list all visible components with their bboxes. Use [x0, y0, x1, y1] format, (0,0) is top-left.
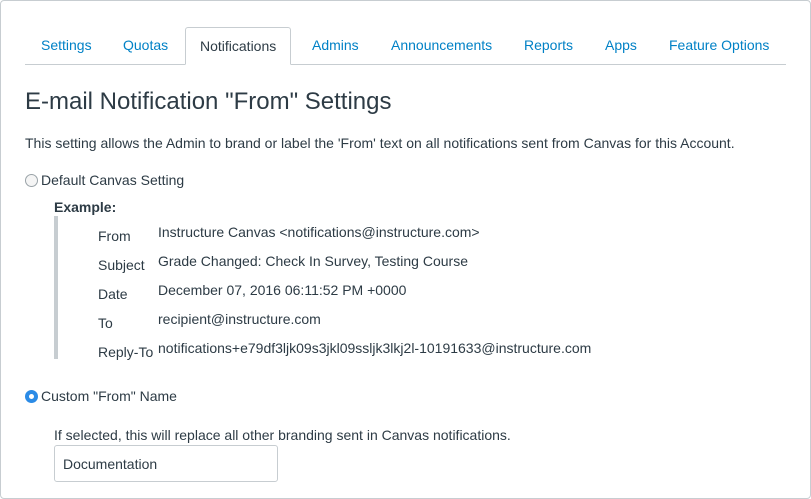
example-key: To	[98, 315, 113, 331]
tab-label: Reports	[524, 37, 574, 53]
tab-feature-options[interactable]: Feature Options	[669, 27, 769, 63]
example-value: Grade Changed: Check In Survey, Testing …	[158, 253, 468, 269]
custom-from-name-label: Custom "From" Name	[41, 388, 177, 404]
custom-from-name-option[interactable]: Custom "From" Name	[25, 386, 177, 406]
example-row-from: From Instructure Canvas <notifications@i…	[58, 221, 618, 244]
example-value: December 07, 2016 06:11:52 PM +0000	[158, 282, 407, 298]
example-email-preview: From Instructure Canvas <notifications@i…	[54, 216, 618, 360]
example-row-reply-to: Reply-To notifications+e79df3ljk09s3jkl0…	[58, 337, 618, 360]
tab-settings[interactable]: Settings	[41, 27, 92, 63]
example-value: recipient@instructure.com	[158, 311, 321, 327]
custom-from-name-input[interactable]	[54, 445, 278, 482]
example-key: Subject	[98, 257, 145, 273]
tab-label: Settings	[41, 37, 92, 53]
example-key: From	[98, 228, 131, 244]
tab-label: Notifications	[200, 38, 277, 54]
tab-announcements[interactable]: Announcements	[391, 27, 492, 63]
example-label: Example:	[54, 199, 117, 215]
tab-quotas[interactable]: Quotas	[123, 27, 168, 63]
tab-apps[interactable]: Apps	[605, 27, 637, 63]
tab-admins[interactable]: Admins	[312, 27, 359, 63]
example-key: Reply-To	[98, 344, 154, 360]
tab-notifications[interactable]: Notifications	[185, 27, 292, 65]
tab-label: Admins	[312, 37, 359, 53]
page-description: This setting allows the Admin to brand o…	[25, 135, 735, 151]
tab-label: Announcements	[391, 37, 493, 53]
tab-reports[interactable]: Reports	[524, 27, 573, 63]
example-row-subject: Subject Grade Changed: Check In Survey, …	[58, 250, 618, 273]
example-value: Instructure Canvas <notifications@instru…	[158, 224, 480, 240]
default-canvas-setting-radio[interactable]	[25, 173, 38, 187]
example-row-date: Date December 07, 2016 06:11:52 PM +0000	[58, 279, 618, 302]
tab-label: Quotas	[123, 37, 169, 53]
tab-bar: Settings Quotas Notifications Admins Ann…	[25, 27, 786, 65]
example-value: notifications+e79df3ljk09s3jkl09ssljk3lk…	[158, 340, 592, 356]
page-title: E-mail Notification "From" Settings	[25, 88, 392, 115]
example-row-to: To recipient@instructure.com	[58, 308, 618, 331]
default-canvas-setting-label: Default Canvas Setting	[41, 172, 185, 188]
example-key: Date	[98, 286, 128, 302]
settings-panel: Settings Quotas Notifications Admins Ann…	[0, 0, 811, 499]
custom-from-name-radio[interactable]	[25, 389, 38, 403]
tab-label: Apps	[605, 37, 637, 53]
default-canvas-setting-option[interactable]: Default Canvas Setting	[25, 170, 184, 190]
custom-from-name-hint: If selected, this will replace all other…	[54, 427, 511, 443]
tab-label: Feature Options	[669, 37, 770, 53]
